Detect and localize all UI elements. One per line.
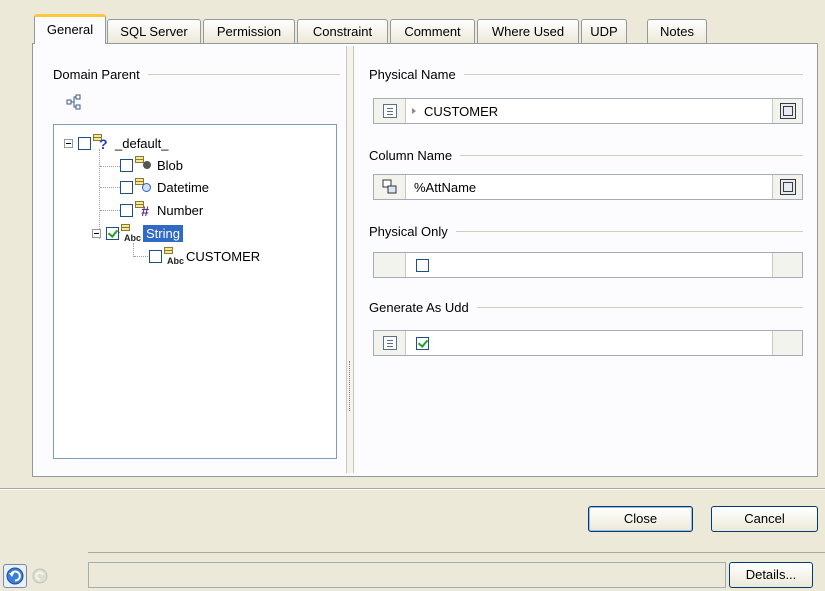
undo-icon[interactable] <box>3 564 27 588</box>
physical-only-checkbox[interactable] <box>416 258 429 272</box>
list-icon[interactable] <box>374 99 406 123</box>
splitter[interactable] <box>346 46 354 473</box>
collapse-icon[interactable] <box>92 228 101 238</box>
tab-notes[interactable]: Notes <box>647 19 707 43</box>
column-name-value[interactable]: %AttName <box>414 180 476 195</box>
checkbox[interactable] <box>78 136 91 150</box>
physical-only-label: Physical Only <box>369 224 448 239</box>
checkbox[interactable] <box>149 249 162 263</box>
macro-icon[interactable] <box>374 175 406 199</box>
tree-node-string[interactable]: Abc String <box>92 223 183 243</box>
column-name-label: Column Name <box>369 148 453 163</box>
physical-name-group-title: Physical Name <box>369 67 803 82</box>
blob-icon <box>135 156 155 174</box>
domain-parent-label: Domain Parent <box>53 67 140 82</box>
tree-node-datetime[interactable]: Datetime <box>120 177 209 197</box>
details-button[interactable]: Details... <box>729 562 813 588</box>
tab-constraint[interactable]: Constraint <box>297 19 388 43</box>
tab-general[interactable]: General <box>34 14 106 44</box>
hierarchy-icon[interactable] <box>66 94 82 110</box>
list-icon[interactable] <box>374 331 406 355</box>
tab-comment[interactable]: Comment <box>390 19 475 43</box>
cancel-button[interactable]: Cancel <box>711 506 818 532</box>
tree-node-customer[interactable]: Abc CUSTOMER <box>149 246 260 266</box>
tab-sql-server[interactable]: SQL Server <box>107 19 201 43</box>
domain-parent-group-title: Domain Parent <box>53 67 340 82</box>
physical-only-group-title: Physical Only <box>369 224 803 239</box>
column-name-group-title: Column Name <box>369 148 803 163</box>
tree-node-label: Number <box>157 202 204 218</box>
expand-editor-icon[interactable] <box>772 99 802 123</box>
domain-parent-tree[interactable]: ? _default_ Blob Datetime # Number Abc S… <box>53 124 337 459</box>
checkbox[interactable] <box>120 180 133 194</box>
clock-icon <box>135 178 155 196</box>
generate-as-udd-group-title: Generate As Udd <box>369 300 803 315</box>
tab-udp[interactable]: UDP <box>581 19 627 43</box>
physical-name-label: Physical Name <box>369 67 456 82</box>
tree-node-default[interactable]: ? _default_ <box>64 133 169 153</box>
hash-icon: # <box>135 201 155 219</box>
tab-permission[interactable]: Permission <box>203 19 295 43</box>
tree-node-label: _default_ <box>115 135 169 151</box>
tree-node-label: CUSTOMER <box>186 248 261 264</box>
generate-as-udd-checkbox[interactable] <box>416 336 429 350</box>
generate-as-udd-field[interactable] <box>373 330 803 356</box>
status-message-box <box>88 562 726 588</box>
status-separator <box>88 552 825 553</box>
checkbox[interactable] <box>106 226 119 240</box>
tree-node-label: Datetime <box>157 179 210 195</box>
abc-icon: Abc <box>164 247 184 266</box>
tree-node-blob[interactable]: Blob <box>120 155 183 175</box>
collapse-icon[interactable] <box>64 138 73 148</box>
physical-name-field[interactable]: CUSTOMER <box>373 98 803 124</box>
checkbox[interactable] <box>120 203 133 217</box>
empty-cell <box>772 253 802 277</box>
tab-where-used[interactable]: Where Used <box>477 19 579 43</box>
tree-node-number[interactable]: # Number <box>120 200 203 220</box>
column-name-field[interactable]: %AttName <box>373 174 803 200</box>
tree-node-label: String <box>143 224 183 242</box>
divider <box>0 488 825 490</box>
empty-cell <box>772 331 802 355</box>
physical-only-field[interactable] <box>373 252 803 278</box>
close-button[interactable]: Close <box>588 506 693 532</box>
physical-name-value[interactable]: CUSTOMER <box>424 104 498 119</box>
checkbox[interactable] <box>120 158 133 172</box>
question-icon: ? <box>93 134 113 152</box>
abc-icon: Abc <box>121 224 141 243</box>
empty-cell <box>374 253 406 277</box>
redo-icon <box>30 566 52 588</box>
arrow-right-icon <box>412 108 416 114</box>
expand-editor-icon[interactable] <box>772 175 802 199</box>
generate-as-udd-label: Generate As Udd <box>369 300 469 315</box>
tree-node-label: Blob <box>157 157 184 173</box>
